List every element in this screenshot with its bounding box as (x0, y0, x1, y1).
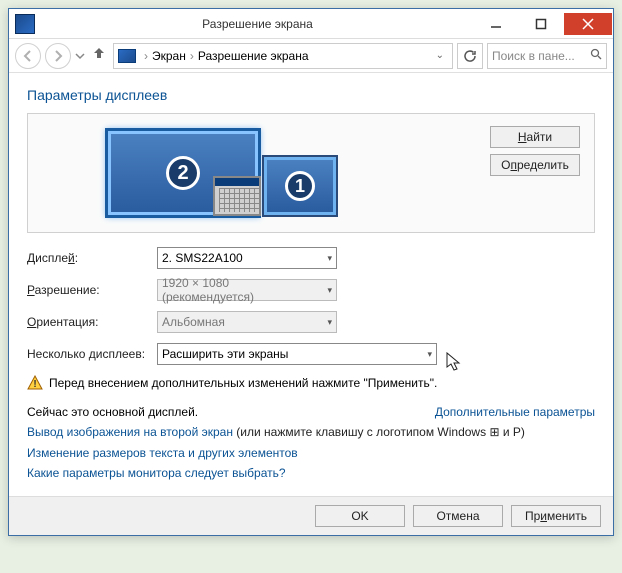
display-label: Дисплей: (27, 251, 157, 265)
resolution-select[interactable]: 1920 × 1080 (рекомендуется) ▾ (157, 279, 337, 301)
breadcrumb-current[interactable]: Разрешение экрана (198, 49, 309, 63)
breadcrumb-dropdown[interactable]: ⌄ (436, 50, 448, 61)
maximize-icon (535, 18, 547, 30)
close-icon (582, 18, 594, 30)
breadcrumb[interactable]: › Экран › Разрешение экрана ⌄ (113, 43, 453, 69)
nav-forward-button[interactable] (45, 43, 71, 69)
maximize-button[interactable] (519, 13, 563, 35)
multi-display-value: Расширить эти экраны (162, 347, 421, 361)
ok-button[interactable]: OK (315, 505, 405, 527)
apply-warning: ! Перед внесением дополнительных изменен… (27, 375, 595, 391)
arrow-up-icon (91, 45, 107, 61)
warning-icon: ! (27, 375, 43, 391)
monitor-2[interactable]: 2 (108, 131, 258, 215)
window-title: Разрешение экрана (41, 17, 474, 31)
display-value: 2. SMS22A100 (162, 251, 321, 265)
chevron-down-icon: ▾ (321, 285, 332, 296)
orientation-label: Ориентация: (27, 315, 157, 329)
search-placeholder: Поиск в пане... (492, 49, 575, 63)
page-heading: Параметры дисплеев (27, 87, 595, 103)
detect-button[interactable]: Найти (490, 126, 580, 148)
resolution-value: 1920 × 1080 (рекомендуется) (162, 276, 321, 304)
chevron-right-icon: › (190, 49, 194, 63)
arrow-left-icon (21, 49, 35, 63)
content-area: Параметры дисплеев 2 1 Найти Определить … (9, 73, 613, 496)
svg-text:!: ! (33, 379, 36, 390)
main-display-text: Сейчас это основной дисплей. (27, 405, 198, 419)
warning-text: Перед внесением дополнительных изменений… (49, 376, 437, 390)
resolution-label: Разрешение: (27, 283, 157, 297)
monitor-number: 2 (166, 156, 200, 190)
chevron-down-icon (75, 51, 85, 61)
chevron-down-icon: ▾ (421, 349, 432, 360)
monitor-icon (118, 49, 136, 63)
titlebar[interactable]: Разрешение экрана (9, 9, 613, 39)
app-icon (15, 14, 35, 34)
project-link[interactable]: Вывод изображения на второй экран (27, 425, 233, 439)
multi-display-select[interactable]: Расширить эти экраны ▾ (157, 343, 437, 365)
dialog-footer: OK Отмена Применить (9, 496, 613, 535)
breadcrumb-root[interactable]: Экран (152, 49, 186, 63)
nav-history-dropdown[interactable] (75, 51, 85, 61)
keyboard-icon (213, 176, 261, 216)
which-settings-link[interactable]: Какие параметры монитора следует выбрать… (27, 466, 286, 480)
search-icon (590, 48, 602, 63)
search-input[interactable]: Поиск в пане... (487, 43, 607, 69)
apply-button[interactable]: Применить (511, 505, 601, 527)
orientation-value: Альбомная (162, 315, 321, 329)
navbar: › Экран › Разрешение экрана ⌄ Поиск в па… (9, 39, 613, 73)
text-size-link[interactable]: Изменение размеров текста и других элеме… (27, 446, 298, 460)
cancel-button[interactable]: Отмена (413, 505, 503, 527)
windows-logo-icon: ⊞ (489, 425, 499, 439)
display-select[interactable]: 2. SMS22A100 ▾ (157, 247, 337, 269)
nav-up-button[interactable] (91, 45, 107, 66)
advanced-settings-link[interactable]: Дополнительные параметры (435, 405, 595, 419)
identify-button[interactable]: Определить (490, 154, 580, 176)
arrow-right-icon (51, 49, 65, 63)
display-settings-window: Разрешение экрана › Эк (8, 8, 614, 536)
refresh-icon (463, 49, 477, 63)
chevron-down-icon: ▾ (321, 317, 332, 328)
close-button[interactable] (564, 13, 612, 35)
monitor-1[interactable]: 1 (264, 157, 336, 215)
minimize-button[interactable] (474, 13, 518, 35)
monitor-number: 1 (285, 171, 315, 201)
orientation-select[interactable]: Альбомная ▾ (157, 311, 337, 333)
nav-back-button[interactable] (15, 43, 41, 69)
minimize-icon (490, 18, 502, 30)
chevron-right-icon: › (144, 49, 148, 63)
chevron-down-icon: ▾ (321, 253, 332, 264)
multi-display-label: Несколько дисплеев: (27, 347, 157, 361)
refresh-button[interactable] (457, 43, 483, 69)
display-arrangement-box[interactable]: 2 1 Найти Определить (27, 113, 595, 233)
